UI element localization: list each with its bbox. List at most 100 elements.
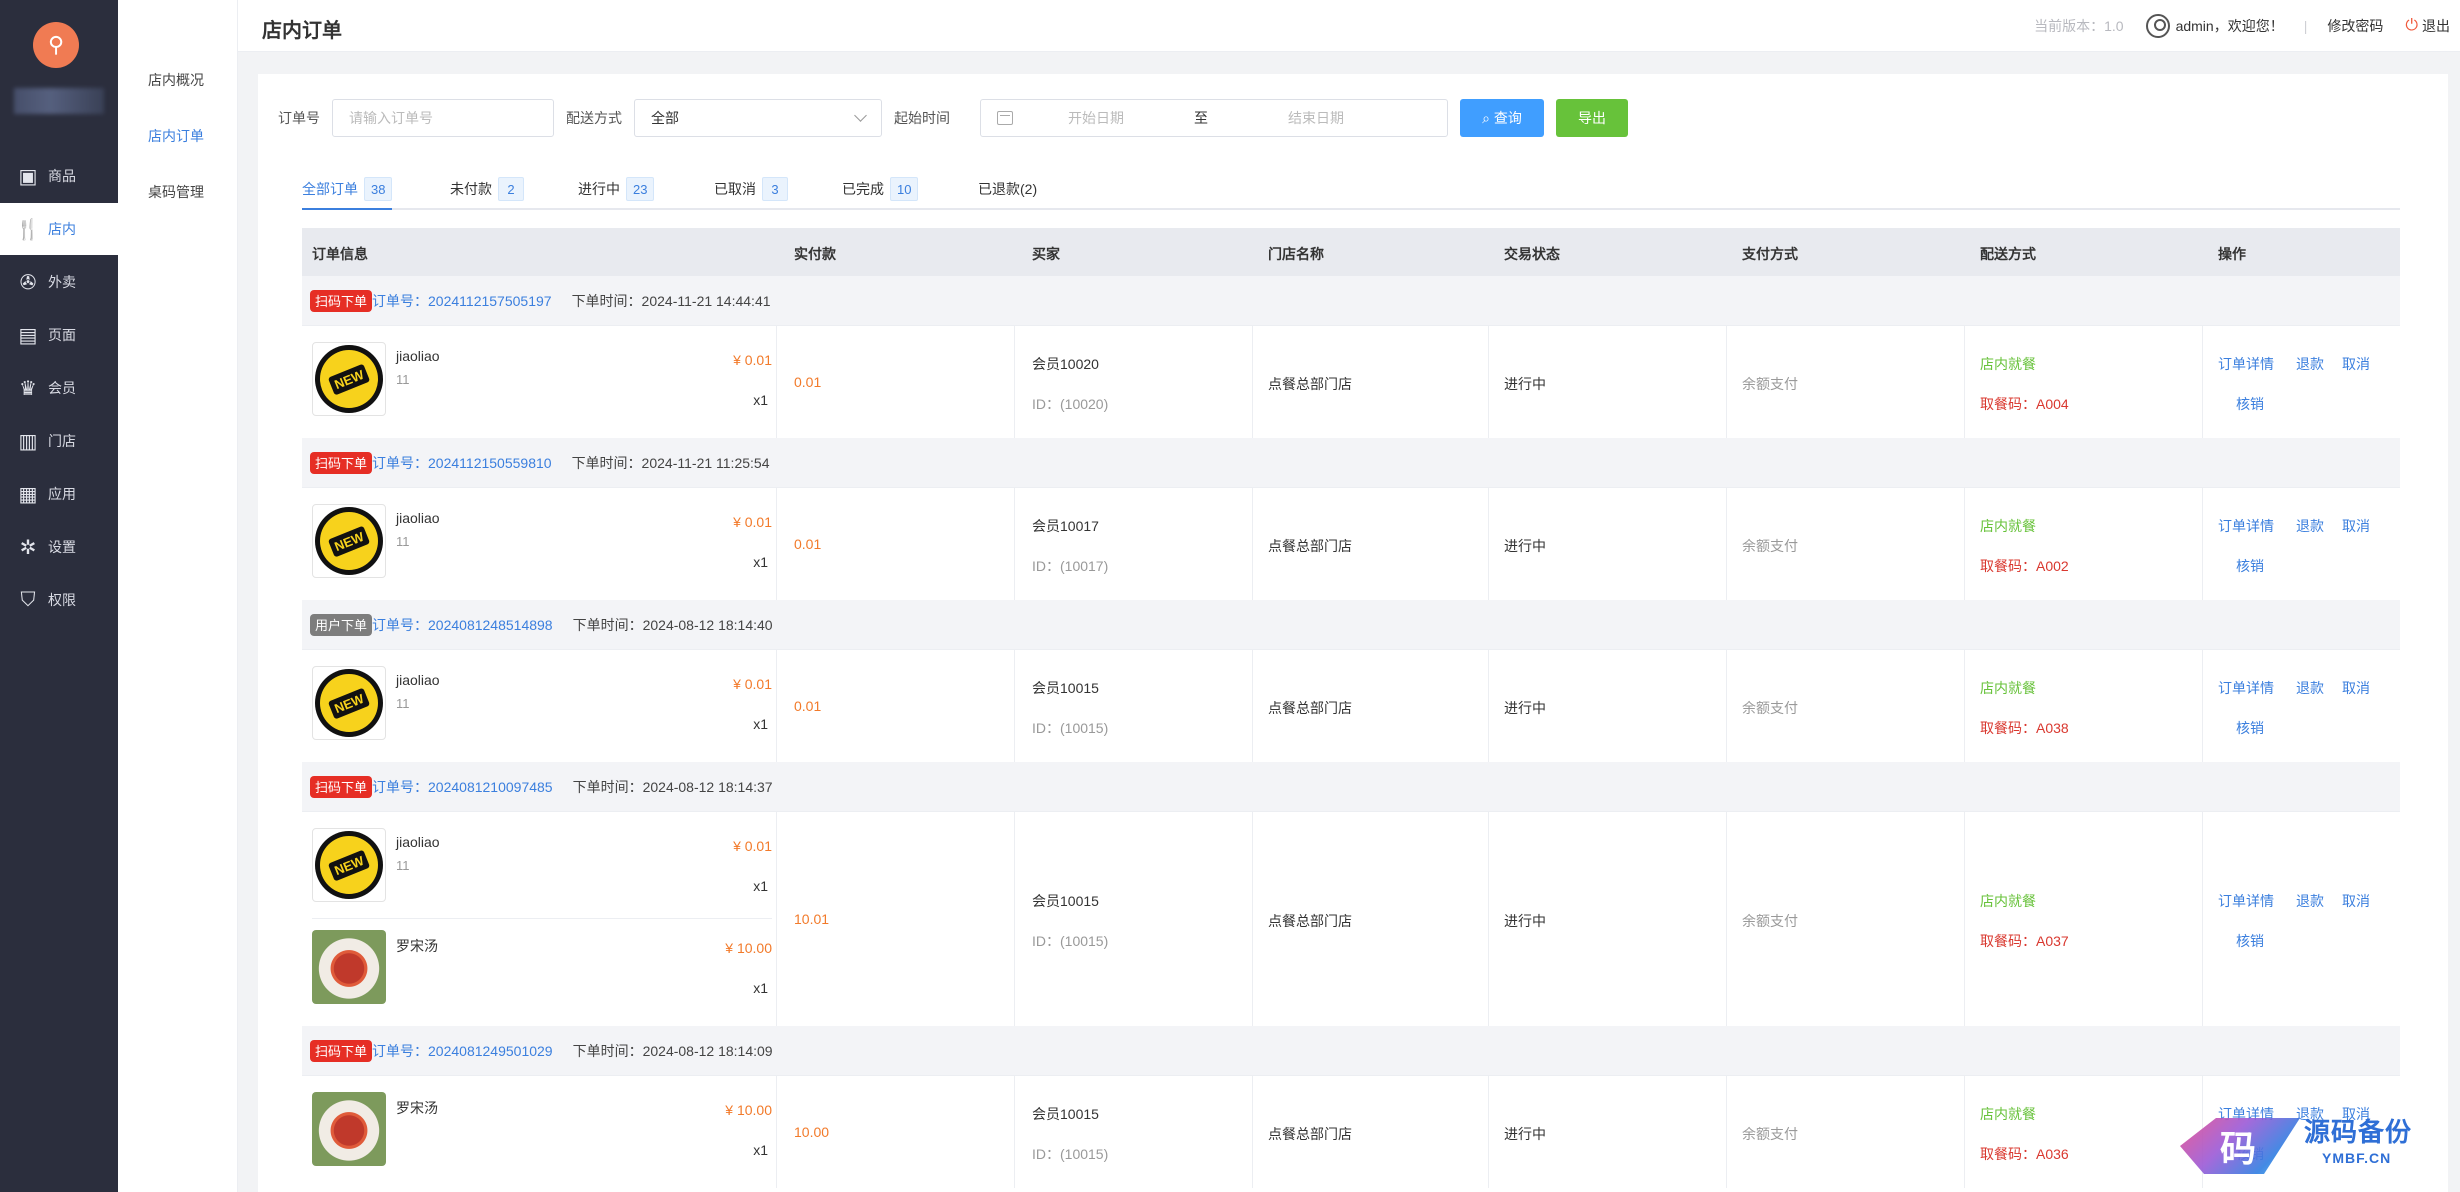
submenu-item-table-codes[interactable]: 桌码管理 bbox=[148, 182, 204, 202]
refund-link[interactable]: 退款 bbox=[2296, 891, 2324, 911]
watermark-title: 源码备份 bbox=[2304, 1117, 2413, 1147]
cancel-link[interactable]: 取消 bbox=[2342, 678, 2370, 698]
order-number-link[interactable]: 订单号：2024081210097485 bbox=[372, 777, 553, 797]
buyer-name: 会员10020 bbox=[1032, 356, 1099, 372]
sidebar-item-8[interactable]: ⛉ 权限 bbox=[0, 574, 118, 626]
tab-3[interactable]: 已取消 3 bbox=[714, 170, 788, 208]
header-divider: | bbox=[2303, 18, 2308, 34]
trade-status: 进行中 bbox=[1504, 376, 1546, 392]
order-number-link[interactable]: 订单号：2024112150559810 bbox=[372, 453, 552, 473]
delivery-select[interactable]: 全部 bbox=[634, 99, 882, 137]
order-body-row: NEW jiaoliao 11 ¥ 0.01 x1 罗宋汤 ¥ 10.00 x1 10.01 会员… bbox=[302, 812, 2400, 1026]
crown-icon: ♛ bbox=[19, 377, 37, 400]
tab-0[interactable]: 全部订单 38 bbox=[302, 170, 393, 210]
tab-label: 进行中 bbox=[578, 181, 620, 197]
verify-link[interactable]: 核销 bbox=[2236, 556, 2264, 576]
order-detail-link[interactable]: 订单详情 bbox=[2218, 678, 2274, 698]
sidebar-item-6[interactable]: ▦ 应用 bbox=[0, 468, 118, 520]
order-number-link[interactable]: 订单号：2024081249501029 bbox=[372, 1041, 553, 1061]
tab-4[interactable]: 已完成 10 bbox=[842, 170, 919, 208]
refund-link[interactable]: 退款 bbox=[2296, 354, 2324, 374]
verify-link[interactable]: 核销 bbox=[2236, 394, 2264, 414]
order-item: 罗宋汤 ¥ 10.00 x1 bbox=[312, 1076, 772, 1188]
order-source-badge: 扫码下单 bbox=[310, 289, 373, 312]
column-divider bbox=[1726, 326, 1727, 438]
sidebar-item-0[interactable]: ▣ 商品 bbox=[0, 150, 118, 202]
buyer-name: 会员10015 bbox=[1032, 893, 1099, 909]
search-icon: ⌕ bbox=[1482, 109, 1490, 126]
start-date-input[interactable]: 开始日期 bbox=[1031, 108, 1161, 128]
query-button[interactable]: ⌕ 查询 bbox=[1460, 99, 1544, 137]
sidebar-item-label: 页面 bbox=[48, 327, 76, 343]
query-button-label: 查询 bbox=[1493, 110, 1522, 126]
gear-icon: ✲ bbox=[19, 536, 37, 559]
watermark-url: YMBF.CN bbox=[2322, 1150, 2392, 1166]
column-divider bbox=[2202, 488, 2203, 600]
order-detail-link[interactable]: 订单详情 bbox=[2218, 354, 2274, 374]
sidebar-item-1[interactable]: 🍴 店内 bbox=[0, 203, 118, 255]
column-divider bbox=[1964, 812, 1965, 1026]
item-spec: 11 bbox=[396, 534, 410, 549]
refund-link[interactable]: 退款 bbox=[2296, 678, 2324, 698]
sidebar-item-2[interactable]: ✇ 外卖 bbox=[0, 256, 118, 308]
buyer-id: ID：(10015) bbox=[1032, 720, 1109, 736]
column-divider bbox=[1014, 326, 1015, 438]
order-item: 罗宋汤 ¥ 10.00 x1 bbox=[312, 914, 772, 1026]
payment-method: 余额支付 bbox=[1742, 913, 1798, 929]
order-no-input[interactable]: 请输入订单号 bbox=[332, 99, 554, 137]
utensils-icon: 🍴 bbox=[15, 218, 41, 241]
welcome-text: admin，欢迎您！ bbox=[2175, 18, 2284, 34]
pickup-code: 取餐码：A038 bbox=[1980, 720, 2069, 736]
col-status: 交易状态 bbox=[1504, 246, 1560, 262]
order-detail-link[interactable]: 订单详情 bbox=[2218, 516, 2274, 536]
column-divider bbox=[776, 812, 777, 1026]
buyer-name: 会员10017 bbox=[1032, 518, 1099, 534]
tab-label: 已退款(2) bbox=[978, 181, 1038, 197]
cancel-link[interactable]: 取消 bbox=[2342, 516, 2370, 536]
date-range-picker[interactable]: 开始日期 至 结束日期 bbox=[980, 99, 1448, 137]
sidebar-item-5[interactable]: ▥ 门店 bbox=[0, 415, 118, 467]
column-divider bbox=[1014, 812, 1015, 1026]
order-header-row: 扫码下单 订单号：2024112150559810 下单时间：2024-11-21 … bbox=[302, 438, 2400, 488]
sidebar-item-label: 店内 bbox=[48, 221, 76, 237]
verify-link[interactable]: 核销 bbox=[2236, 718, 2264, 738]
tab-2[interactable]: 进行中 23 bbox=[578, 170, 655, 208]
order-detail-link[interactable]: 订单详情 bbox=[2218, 891, 2274, 911]
buyer-id: ID：(10017) bbox=[1032, 558, 1109, 574]
verify-link[interactable]: 核销 bbox=[2236, 931, 2264, 951]
logout-link[interactable]: 退出 bbox=[2422, 16, 2450, 36]
order-time: 下单时间：2024-08-12 18:14:40 bbox=[572, 616, 773, 633]
export-button[interactable]: 导出 bbox=[1556, 99, 1628, 137]
store-icon: ▥ bbox=[18, 430, 38, 453]
column-divider bbox=[1726, 488, 1727, 600]
item-quantity: x1 bbox=[753, 716, 768, 732]
sidebar-item-4[interactable]: ♛ 会员 bbox=[0, 362, 118, 414]
submenu-item-overview[interactable]: 店内概况 bbox=[148, 70, 204, 90]
tab-5[interactable]: 已退款(2) bbox=[978, 170, 1037, 208]
trade-status: 进行中 bbox=[1504, 700, 1546, 716]
submenu-item-orders[interactable]: 店内订单 bbox=[148, 126, 204, 146]
power-icon[interactable]: ⏻ bbox=[2405, 17, 2418, 35]
tab-label: 已取消 bbox=[714, 181, 756, 197]
tab-count-badge: 2 bbox=[498, 177, 524, 201]
change-password-link[interactable]: 修改密码 bbox=[2327, 16, 2383, 36]
user-icon bbox=[2145, 14, 2170, 38]
item-name: 罗宋汤 bbox=[396, 938, 438, 954]
order-body-row: 罗宋汤 ¥ 10.00 x1 10.00 会员10015 ID：(10015) 点餐总部门店… bbox=[302, 1076, 2400, 1188]
column-divider bbox=[776, 1076, 777, 1188]
end-date-input[interactable]: 结束日期 bbox=[1241, 108, 1391, 128]
order-number-link[interactable]: 订单号：2024112157505197 bbox=[372, 291, 552, 311]
delivery-select-value: 全部 bbox=[651, 110, 679, 126]
pickup-code: 取餐码：A002 bbox=[1980, 558, 2069, 574]
sidebar-item-7[interactable]: ✲ 设置 bbox=[0, 521, 118, 573]
order-number-link[interactable]: 订单号：2024081248514898 bbox=[372, 615, 553, 635]
sidebar-item-3[interactable]: ▤ 页面 bbox=[0, 309, 118, 361]
cancel-link[interactable]: 取消 bbox=[2342, 354, 2370, 374]
order-time: 下单时间：2024-11-21 14:44:41 bbox=[571, 292, 771, 309]
refund-link[interactable]: 退款 bbox=[2296, 516, 2324, 536]
cancel-link[interactable]: 取消 bbox=[2342, 891, 2370, 911]
paid-amount: 10.00 bbox=[794, 1124, 830, 1140]
column-divider bbox=[1726, 812, 1727, 1026]
item-quantity: x1 bbox=[753, 980, 768, 996]
tab-1[interactable]: 未付款 2 bbox=[450, 170, 524, 208]
